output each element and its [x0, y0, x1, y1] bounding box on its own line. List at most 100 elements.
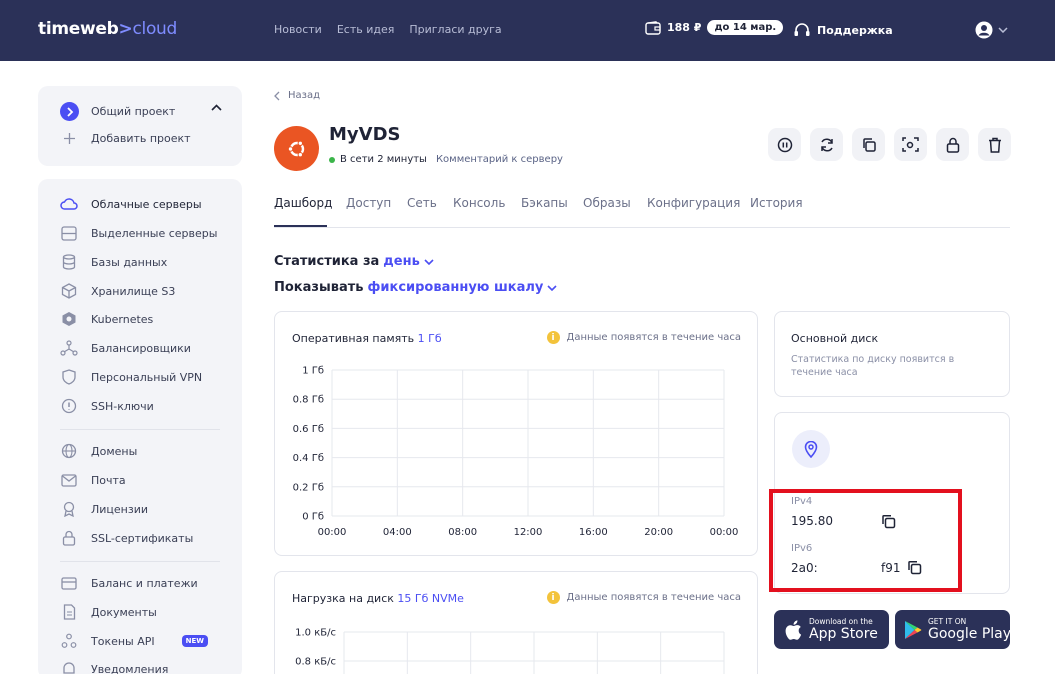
sidebar-item-documents[interactable]: Документы	[60, 603, 230, 621]
back-link[interactable]: Назад	[274, 90, 320, 101]
license-icon	[60, 500, 78, 518]
google-play-button[interactable]: GET IT ON Google Play	[895, 610, 1012, 649]
location-pin-icon	[792, 430, 830, 468]
top-nav: Новости Есть идея Пригласи друга	[274, 23, 502, 36]
sidebar-item-ssl[interactable]: SSL-сертификаты	[60, 529, 230, 547]
user-avatar-icon	[975, 21, 993, 39]
x-tick-label: 12:00	[514, 527, 543, 538]
sidebar-item-databases[interactable]: Базы данных	[60, 253, 230, 271]
google-play-big: Google Play	[928, 626, 1012, 642]
tab-images[interactable]: Образы	[583, 196, 631, 210]
main-disk-card: Основной диск Статистика по диску появит…	[774, 311, 1010, 397]
snapshot-button[interactable]	[894, 128, 927, 161]
tab-dashboard[interactable]: Дашборд	[274, 196, 332, 210]
nav-news-link[interactable]: Новости	[274, 23, 322, 36]
main-disk-note: Статистика по диску появится в течение ч…	[791, 354, 955, 378]
sidebar-item-label: Почта	[91, 473, 126, 487]
nav-invite-link[interactable]: Пригласи друга	[409, 23, 501, 36]
key-icon	[60, 397, 78, 415]
balance-widget[interactable]: 188 ₽ до 14 мар.	[645, 20, 784, 35]
pause-button[interactable]	[768, 128, 801, 161]
logo[interactable]: timeweb>cloud	[38, 19, 177, 39]
project-chevron-icon	[60, 102, 79, 121]
balance-until-badge: до 14 мар.	[707, 20, 784, 35]
tab-backups[interactable]: Бэкапы	[521, 196, 568, 210]
sidebar-item-label: SSH-ключи	[91, 399, 154, 413]
sidebar-item-kubernetes[interactable]: Kubernetes	[60, 310, 230, 328]
tab-access[interactable]: Доступ	[346, 196, 391, 210]
reboot-button[interactable]	[810, 128, 843, 161]
ram-chart: 1 Гб 0.8 Гб 0.6 Гб 0.4 Гб 0.2 Гб 0 Гб 00:00 04:…	[293, 366, 739, 539]
ipv6-value-end: f91	[881, 561, 901, 575]
stats-scale-selector: Показывать фиксированную шкалу	[274, 280, 557, 295]
sidebar-item-s3-storage[interactable]: Хранилище S3	[60, 282, 230, 300]
sidebar-item-balancers[interactable]: Балансировщики	[60, 339, 230, 357]
stats-period-selector: Статистика за день	[274, 254, 434, 269]
tab-history[interactable]: История	[750, 196, 803, 210]
sidebar-item-dedicated-servers[interactable]: Выделенные серверы	[60, 224, 230, 242]
logo-arrow: >	[118, 19, 133, 39]
app-store-text: Download on the App Store	[809, 617, 878, 642]
sidebar-item-cloud-servers[interactable]: Облачные серверы	[60, 195, 230, 213]
sidebar-item-balance[interactable]: Баланс и платежи	[60, 574, 230, 592]
tab-console[interactable]: Консоль	[453, 196, 505, 210]
bell-icon	[60, 660, 78, 674]
sidebar-item-ssh-keys[interactable]: SSH-ключи	[60, 397, 230, 415]
tab-configuration[interactable]: Конфигурация	[647, 196, 740, 210]
snapshot-icon	[902, 136, 919, 153]
y-tick-label: 0.8 кБ/с	[295, 657, 336, 668]
sidebar-item-label: Лицензии	[91, 502, 149, 516]
server-comment-link[interactable]: Комментарий к серверу	[436, 154, 563, 165]
new-badge: NEW	[181, 635, 209, 647]
x-tick-label: 00:00	[710, 527, 739, 538]
tab-network[interactable]: Сеть	[407, 196, 437, 210]
lock-icon	[946, 137, 960, 153]
lock-button[interactable]	[936, 128, 969, 161]
sidebar-item-mail[interactable]: Почта	[60, 471, 230, 489]
chevron-down-icon[interactable]	[424, 258, 434, 265]
copy-ipv6-icon[interactable]	[907, 560, 923, 576]
sidebar-item-domains[interactable]: Домены	[60, 442, 230, 460]
chevron-left-icon	[274, 91, 280, 101]
sidebar-item-api-tokens[interactable]: Токены API NEW	[60, 632, 230, 650]
ipv6-label: IPv6	[791, 543, 813, 554]
x-tick-label: 04:00	[383, 527, 412, 538]
sidebar-item-licenses[interactable]: Лицензии	[60, 500, 230, 518]
support-link[interactable]: Поддержка	[793, 22, 893, 38]
google-play-icon	[904, 620, 922, 640]
headset-icon	[793, 22, 811, 38]
current-project[interactable]: Общий проект	[60, 102, 175, 121]
app-store-small: Download on the	[809, 617, 873, 626]
user-menu[interactable]	[975, 21, 1008, 39]
active-tab-indicator	[274, 225, 327, 227]
chevron-down-icon[interactable]	[547, 284, 557, 291]
sidebar-item-vpn[interactable]: Персональный VPN	[60, 368, 230, 386]
add-project-button[interactable]: Добавить проект	[60, 132, 191, 145]
sidebar-item-label: Домены	[91, 444, 138, 458]
logo-sub: cloud	[132, 19, 178, 39]
server-icon	[60, 224, 78, 242]
clone-icon	[861, 137, 877, 153]
y-tick-label: 0.6 Гб	[293, 424, 324, 435]
stats-period-dropdown[interactable]: день	[383, 254, 420, 269]
sidebar-item-label: Баланс и платежи	[91, 576, 198, 590]
x-tick-label: 00:00	[318, 527, 347, 538]
network-card: IPv4 195.80 IPv6 2a0: f91	[774, 412, 1010, 594]
app-store-button[interactable]: Download on the App Store	[774, 610, 889, 649]
stats-scale-dropdown[interactable]: фиксированную шкалу	[367, 280, 543, 295]
chevron-up-icon[interactable]	[211, 104, 222, 111]
disk-chart: 1.0 кБ/с 0.8 кБ/с	[295, 628, 725, 674]
cloud-icon	[60, 195, 78, 213]
nav-idea-link[interactable]: Есть идея	[337, 23, 395, 36]
sidebar-item-label: Балансировщики	[91, 341, 191, 355]
project-switcher: Общий проект Добавить проект	[38, 86, 242, 166]
clone-button[interactable]	[852, 128, 885, 161]
delete-button[interactable]	[978, 128, 1011, 161]
plus-icon	[60, 132, 79, 145]
sidebar-item-label: Документы	[91, 605, 157, 619]
server-status-label: В сети 2 минуты	[340, 154, 427, 165]
y-tick-label: 0.4 Гб	[293, 453, 324, 464]
database-icon	[60, 253, 78, 271]
copy-ipv4-icon[interactable]	[881, 514, 897, 530]
sidebar-item-notifications[interactable]: Уведомления	[60, 660, 230, 674]
